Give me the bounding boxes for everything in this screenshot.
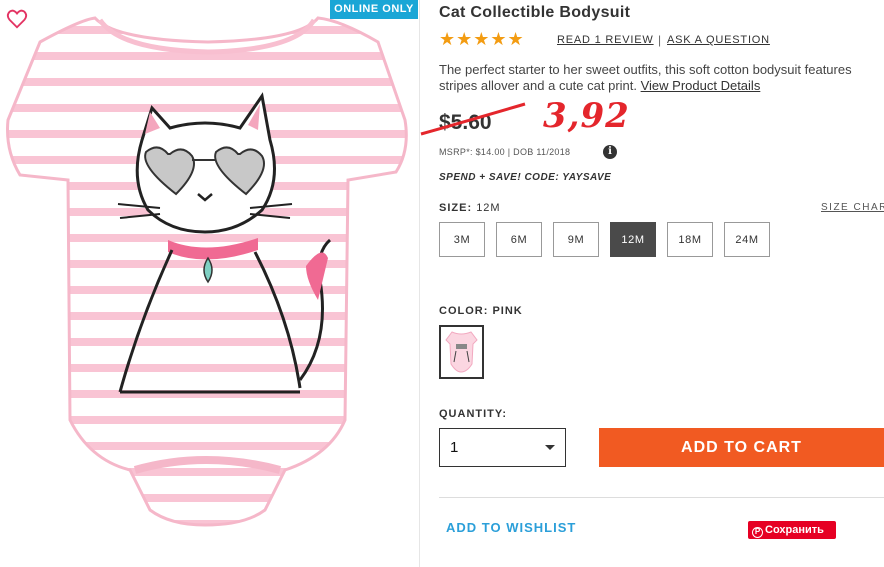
view-product-details-link[interactable]: View Product Details [641, 78, 761, 93]
size-selected-value: 12M [476, 202, 501, 214]
quantity-label: QUANTITY: [439, 408, 508, 420]
ask-question-link[interactable]: ASK A QUESTION [667, 34, 770, 46]
swatch-thumbnail [445, 331, 478, 373]
pinterest-save-button[interactable]: P Сохранить [748, 521, 836, 539]
size-option-12m[interactable]: 12M [610, 222, 656, 257]
sale-price: 3,92 [543, 96, 630, 136]
add-to-wishlist-link[interactable]: ADD TO WISHLIST [446, 520, 576, 535]
rating-stars[interactable]: ★★★★★ [439, 29, 525, 50]
add-to-cart-button[interactable]: ADD TO CART [599, 428, 884, 467]
product-title: Cat Collectible Bodysuit [439, 4, 631, 21]
color-selected-value: PINK [492, 305, 523, 317]
size-option-24m[interactable]: 24M [724, 222, 770, 257]
size-options: 3M 6M 9M 12M 18M 24M [439, 222, 770, 257]
divider [439, 497, 884, 498]
online-only-badge: ONLINE ONLY [330, 0, 418, 19]
size-option-9m[interactable]: 9M [553, 222, 599, 257]
size-option-18m[interactable]: 18M [667, 222, 713, 257]
product-details: Cat Collectible Bodysuit ★★★★★ READ 1 RE… [420, 0, 884, 567]
product-image-pane: ONLINE ONLY [0, 0, 420, 567]
promo-code: SPEND + SAVE! CODE: YAYSAVE [439, 172, 612, 183]
chevron-down-icon [545, 445, 555, 450]
size-label-text: SIZE: [439, 202, 473, 214]
size-option-3m[interactable]: 3M [439, 222, 485, 257]
size-label: SIZE: 12M [439, 202, 501, 214]
info-icon[interactable]: i [603, 145, 617, 159]
color-label: COLOR: PINK [439, 305, 523, 317]
pinterest-save-label: Сохранить [765, 524, 824, 536]
size-chart-link[interactable]: SIZE CHART [821, 202, 884, 213]
msrp-info: MSRP*: $14.00 | DOB 11/2018 [439, 147, 571, 157]
quantity-select[interactable]: 1 [439, 428, 566, 467]
color-label-text: COLOR: [439, 305, 489, 317]
price-strike-mark [420, 102, 526, 136]
pinterest-icon: P [752, 527, 763, 538]
color-swatch-pink[interactable] [439, 325, 484, 379]
favorite-heart-icon[interactable] [6, 8, 28, 30]
product-image[interactable] [0, 0, 420, 567]
product-description: The perfect starter to her sweet outfits… [439, 62, 879, 94]
read-review-link[interactable]: READ 1 REVIEW [557, 34, 654, 46]
quantity-value: 1 [450, 439, 459, 456]
link-separator: | [658, 33, 662, 47]
size-option-6m[interactable]: 6M [496, 222, 542, 257]
